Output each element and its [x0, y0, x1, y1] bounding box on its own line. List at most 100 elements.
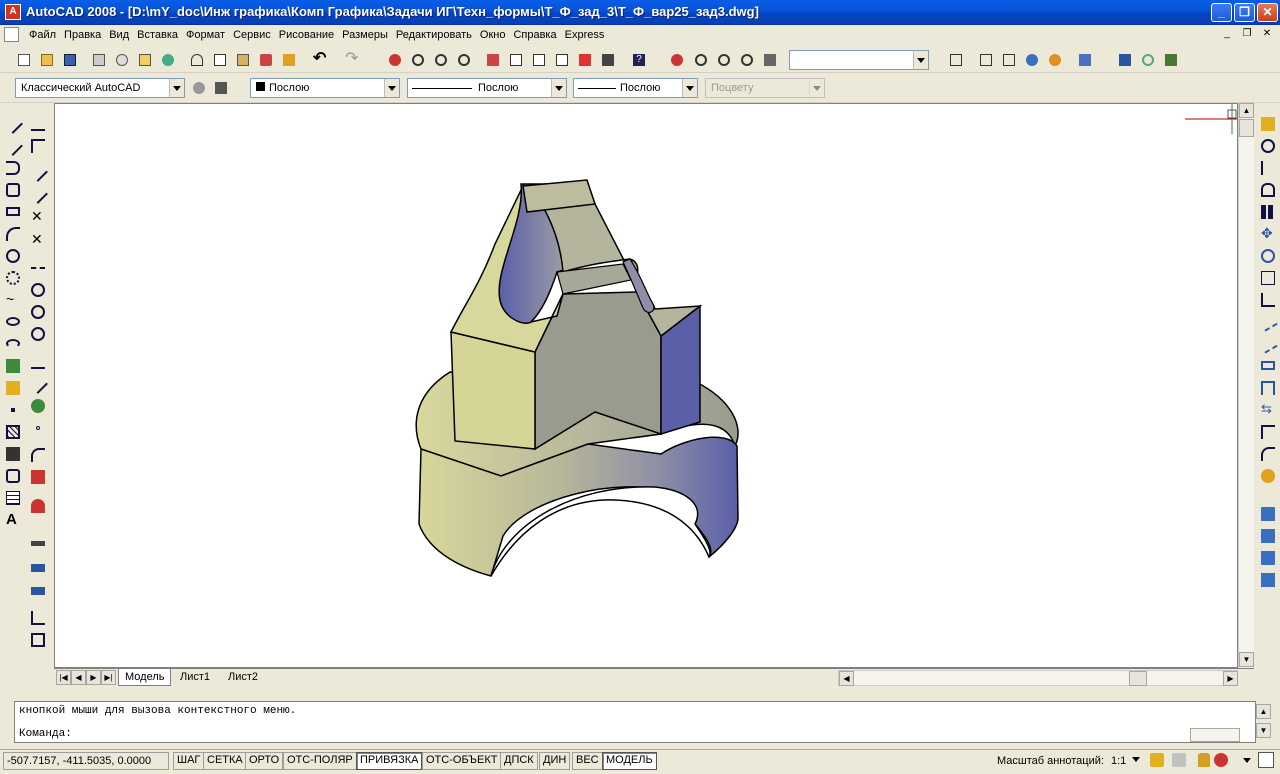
conceptual-icon[interactable]	[1046, 51, 1064, 69]
draworder-above-icon[interactable]	[1259, 549, 1277, 567]
menu-view[interactable]: Вид	[105, 28, 133, 42]
menu-help[interactable]: Справка	[509, 28, 560, 42]
multiline-text-icon[interactable]: A	[4, 511, 22, 529]
lineweight-combo[interactable]: Послою	[573, 78, 698, 98]
auto-scale-icon[interactable]	[1172, 753, 1186, 767]
hatch-icon[interactable]	[4, 423, 22, 441]
orbit-icon[interactable]	[1139, 51, 1157, 69]
region-icon[interactable]	[4, 467, 22, 485]
trim-icon[interactable]	[29, 325, 47, 343]
chamfer-right-icon[interactable]	[1259, 423, 1277, 441]
calculator-icon[interactable]	[599, 51, 617, 69]
minimize-button[interactable]: _	[1211, 3, 1232, 22]
walk-icon[interactable]	[761, 51, 779, 69]
trim-right-icon[interactable]	[1258, 312, 1278, 332]
tab-model[interactable]: Модель	[118, 669, 172, 686]
chamfer-icon[interactable]	[29, 419, 47, 437]
dyn-toggle[interactable]: ДИН	[539, 752, 571, 770]
sheet-set-icon[interactable]	[553, 51, 571, 69]
cut-icon[interactable]	[188, 51, 206, 69]
markup-icon[interactable]	[576, 51, 594, 69]
ucs-icon[interactable]	[1116, 51, 1134, 69]
ellipse-icon[interactable]	[4, 313, 22, 331]
command-prompt[interactable]: Команда:	[19, 728, 72, 740]
3d-dwf-button[interactable]	[159, 51, 177, 69]
table-icon[interactable]	[4, 489, 22, 507]
draworder-back-icon[interactable]	[1259, 527, 1277, 545]
move-icon[interactable]: ✕	[29, 231, 47, 249]
command-box[interactable]: кнопкой мыши для вызова контекстного мен…	[14, 701, 1271, 743]
horizontal-scrollbar[interactable]: ◀ ▶	[838, 670, 1238, 686]
annotation-scale-value[interactable]: 1:1	[1111, 755, 1126, 767]
break-at-point-icon[interactable]	[1259, 379, 1277, 397]
dim-aligned-icon[interactable]	[29, 558, 47, 576]
status-menu-icon[interactable]	[1243, 758, 1251, 767]
revision-cloud-icon[interactable]	[4, 269, 22, 287]
move-right-icon[interactable]: ✥	[1259, 225, 1277, 243]
dim-leader-icon[interactable]	[29, 609, 47, 627]
rotate-right-icon[interactable]	[1259, 247, 1277, 265]
scroll-down-button[interactable]: ▼	[1239, 652, 1254, 667]
manage-styles-icon[interactable]	[1076, 51, 1094, 69]
grid-toggle[interactable]: СЕТКА	[203, 752, 247, 770]
scroll-thumb-horizontal[interactable]	[1129, 671, 1147, 686]
paste-icon[interactable]	[234, 51, 252, 69]
color-combo[interactable]: Послою	[250, 78, 400, 98]
named-views-combo[interactable]	[789, 50, 929, 70]
tool-palettes-icon[interactable]	[530, 51, 548, 69]
menu-draw[interactable]: Рисование	[275, 28, 338, 42]
scroll-up-button[interactable]: ▲	[1239, 103, 1254, 118]
scroll-thumb-vertical[interactable]	[1239, 119, 1254, 137]
scale-icon[interactable]	[29, 281, 47, 299]
point-icon[interactable]	[4, 401, 22, 419]
dim-linear-icon[interactable]	[29, 535, 47, 553]
menu-insert[interactable]: Вставка	[133, 28, 182, 42]
tab-prev-button[interactable]: ◀	[71, 670, 86, 685]
doc-close-button[interactable]: ✕	[1260, 27, 1274, 41]
array-right-icon[interactable]	[1259, 203, 1277, 221]
ellipse-arc-icon[interactable]	[4, 335, 22, 353]
autocad-app-icon[interactable]: A	[5, 4, 21, 20]
menu-window[interactable]: Окно	[476, 28, 510, 42]
construction-line-icon[interactable]	[3, 136, 23, 156]
wireframe-icon[interactable]	[977, 51, 995, 69]
dim-tolerance-icon[interactable]	[29, 631, 47, 649]
3d-orbit-icon[interactable]	[738, 51, 756, 69]
insert-block-icon[interactable]	[4, 357, 22, 375]
maximize-button[interactable]: ❐	[1234, 3, 1255, 22]
erase-icon[interactable]	[29, 115, 47, 133]
lock-icon[interactable]	[1198, 753, 1210, 767]
publish-button[interactable]	[136, 51, 154, 69]
help-icon[interactable]: ?	[630, 51, 648, 69]
copy-object-icon[interactable]	[29, 137, 47, 155]
tab-layout2[interactable]: Лист2	[222, 669, 264, 686]
status-tray-icon[interactable]	[1214, 753, 1228, 767]
fillet-right-icon[interactable]	[1259, 445, 1277, 463]
open-button[interactable]	[38, 51, 56, 69]
properties-icon[interactable]	[484, 51, 502, 69]
tab-layout1[interactable]: Лист1	[174, 669, 216, 686]
realistic-icon[interactable]	[1023, 51, 1041, 69]
visual-styles-icon[interactable]	[947, 51, 965, 69]
workspace-combo[interactable]: Классический AutoCAD	[15, 78, 185, 98]
arc-icon[interactable]	[4, 225, 22, 243]
explode-icon[interactable]	[29, 468, 47, 486]
zoom-pan-icon[interactable]	[668, 51, 686, 69]
doc-restore-button[interactable]: ❐	[1240, 27, 1254, 41]
document-icon[interactable]	[4, 27, 19, 42]
block-editor-icon[interactable]	[280, 51, 298, 69]
linetype-combo[interactable]: Послою	[407, 78, 567, 98]
rotate-icon[interactable]	[29, 253, 47, 271]
draworder-under-icon[interactable]	[1259, 571, 1277, 589]
zoom-realtime-icon[interactable]	[409, 51, 427, 69]
snap-to-endpoint-icon[interactable]	[29, 497, 47, 515]
array-icon[interactable]: ✕	[29, 208, 47, 226]
snap-toggle[interactable]: ШАГ	[173, 752, 205, 770]
menu-dimension[interactable]: Размеры	[338, 28, 392, 42]
preview-button[interactable]	[113, 51, 131, 69]
menu-format[interactable]: Формат	[182, 28, 229, 42]
cmd-scroll-up-button[interactable]: ▲	[1256, 704, 1271, 719]
copy-icon[interactable]	[211, 51, 229, 69]
scroll-right-button[interactable]: ▶	[1223, 671, 1238, 686]
break-icon[interactable]	[28, 374, 48, 394]
